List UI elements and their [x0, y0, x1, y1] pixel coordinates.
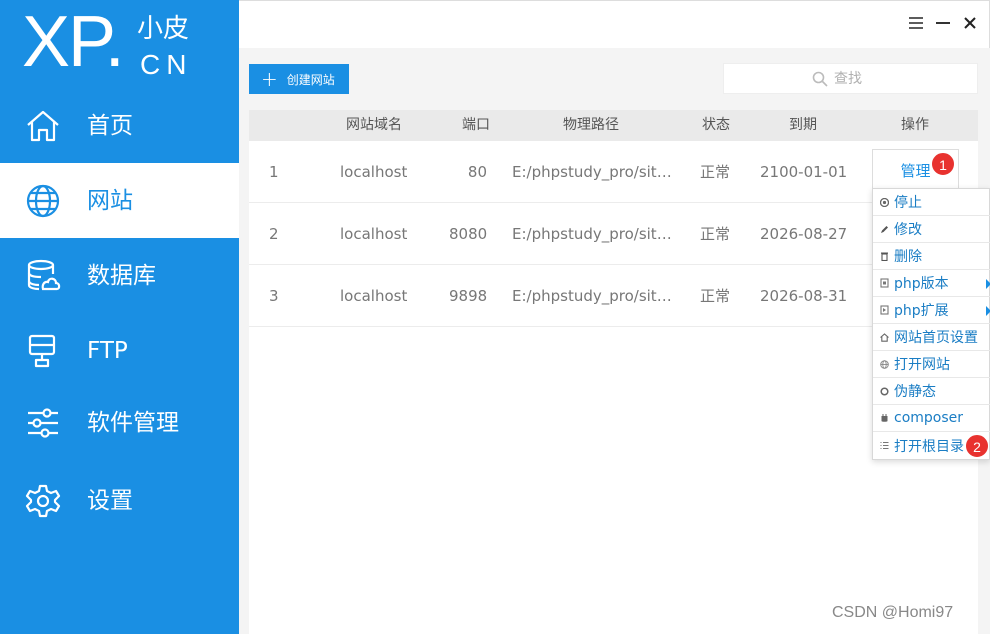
search-box [723, 63, 978, 94]
globe-icon [24, 182, 62, 220]
row-status: 正常 [700, 225, 731, 243]
edit-icon [879, 224, 889, 234]
menu-item-homepage-settings[interactable]: 网站首页设置 [873, 324, 990, 351]
logo-main: XP. [22, 2, 125, 82]
menu-icon[interactable] [906, 13, 926, 33]
menu-item-label: 打开根目录 [894, 438, 964, 455]
row-index: 3 [269, 287, 279, 305]
row-domain: localhost [340, 163, 408, 181]
sidebar-item-settings[interactable]: 设置 [0, 463, 239, 538]
column-header-actions: 操作 [901, 117, 929, 133]
create-website-label: 创建网站 [286, 72, 335, 87]
create-website-button[interactable]: + 创建网站 [249, 64, 349, 94]
table-row: 3 localhost 9898 E:/phpstudy_pro/sit… 正常… [249, 265, 978, 327]
menu-item-label: php扩展 [894, 303, 949, 319]
menu-item-delete[interactable]: 删除 [873, 243, 990, 270]
stop-icon [879, 197, 889, 207]
submenu-arrow-icon [986, 279, 990, 289]
logo-sub-top: 小皮 [137, 14, 190, 44]
column-header-domain: 网站域名 [346, 117, 402, 133]
sidebar-item-websites[interactable]: 网站 [0, 163, 239, 238]
step-badge-1: 1 [931, 152, 955, 176]
sidebar-item-label: 网站 [87, 187, 133, 214]
column-header-port: 端口 [462, 117, 490, 133]
plus-icon: + [261, 67, 278, 91]
menu-item-label: 修改 [894, 222, 922, 238]
table-row: 1 localhost 80 E:/phpstudy_pro/sit… 正常 2… [249, 141, 978, 203]
row-domain: localhost [340, 287, 408, 305]
row-status: 正常 [700, 287, 731, 305]
row-expire: 2026-08-27 [760, 225, 848, 243]
sidebar: XP. 小皮 CN 首页 网站 数据库 FTP 软件管理 设置 [0, 0, 239, 634]
minimize-icon[interactable] [933, 13, 953, 33]
menu-item-rewrite[interactable]: 伪静态 [873, 378, 990, 405]
menu-item-stop[interactable]: 停止 [873, 189, 990, 216]
row-path: E:/phpstudy_pro/sit… [512, 225, 672, 243]
search-icon [812, 71, 828, 91]
menu-item-label: php版本 [894, 276, 949, 292]
sidebar-item-ftp[interactable]: FTP [0, 313, 239, 388]
sidebar-item-software[interactable]: 软件管理 [0, 385, 239, 460]
home-small-icon [879, 332, 889, 342]
menu-item-open-website[interactable]: 打开网站 [873, 351, 990, 378]
column-header-status: 状态 [702, 117, 730, 133]
table-header: 网站域名 端口 物理路径 状态 到期 操作 [249, 110, 978, 141]
menu-item-php-extension[interactable]: php扩展 [873, 297, 990, 324]
search-input[interactable] [834, 68, 954, 90]
row-path: E:/phpstudy_pro/sit… [512, 287, 672, 305]
sidebar-item-home[interactable]: 首页 [0, 88, 239, 163]
home-icon [24, 107, 62, 145]
sidebar-item-label: 数据库 [87, 262, 156, 289]
submenu-arrow-icon [986, 306, 990, 316]
list-icon [879, 441, 889, 451]
monitor-icon [24, 332, 62, 370]
websites-table: 网站域名 端口 物理路径 状态 到期 操作 1 localhost 80 E:/… [249, 110, 978, 634]
close-icon[interactable] [960, 13, 980, 33]
row-expire: 2026-08-31 [760, 287, 848, 305]
menu-item-label: 伪静态 [894, 384, 936, 400]
sidebar-item-label: 软件管理 [87, 409, 179, 436]
row-path: E:/phpstudy_pro/sit… [512, 163, 672, 181]
manage-dropdown-menu: 停止 修改 删除 php版本 php扩展 网站首页设置 打开网站 伪静态 com… [872, 188, 990, 460]
sliders-icon [24, 404, 62, 442]
row-status: 正常 [700, 163, 731, 181]
row-index: 1 [269, 163, 279, 181]
gear-icon [24, 482, 62, 520]
menu-item-label: composer [894, 410, 964, 426]
menu-item-composer[interactable]: composer [873, 405, 990, 432]
rewrite-icon [879, 386, 889, 396]
step-badge-2: 2 [965, 434, 989, 458]
sidebar-item-label: FTP [87, 337, 128, 364]
sidebar-item-label: 设置 [87, 487, 133, 514]
database-icon [24, 257, 62, 295]
logo: XP. 小皮 CN [0, 0, 239, 88]
sidebar-item-database[interactable]: 数据库 [0, 238, 239, 313]
column-header-path: 物理路径 [563, 117, 619, 133]
menu-item-php-version[interactable]: php版本 [873, 270, 990, 297]
row-port: 9898 [449, 287, 487, 305]
menu-item-label: 网站首页设置 [894, 330, 978, 346]
row-domain: localhost [340, 225, 408, 243]
sidebar-item-label: 首页 [87, 112, 133, 139]
column-header-expire: 到期 [789, 117, 817, 133]
composer-icon [879, 413, 889, 423]
table-row: 2 localhost 8080 E:/phpstudy_pro/sit… 正常… [249, 203, 978, 265]
menu-item-label: 删除 [894, 249, 922, 265]
watermark: CSDN @Homi97 [832, 604, 954, 621]
php-version-icon [879, 278, 889, 288]
row-index: 2 [269, 225, 279, 243]
row-expire: 2100-01-01 [760, 163, 848, 181]
logo-sub-bottom: CN [140, 49, 193, 80]
menu-item-label: 停止 [894, 195, 922, 211]
title-bar [239, 0, 990, 48]
menu-item-edit[interactable]: 修改 [873, 216, 990, 243]
row-port: 8080 [449, 225, 487, 243]
menu-item-label: 打开网站 [894, 357, 950, 373]
manage-button-label: 管理 [900, 162, 931, 180]
row-port: 80 [467, 163, 487, 181]
trash-icon [879, 251, 889, 261]
php-extension-icon [879, 305, 889, 315]
globe-small-icon [879, 359, 889, 369]
